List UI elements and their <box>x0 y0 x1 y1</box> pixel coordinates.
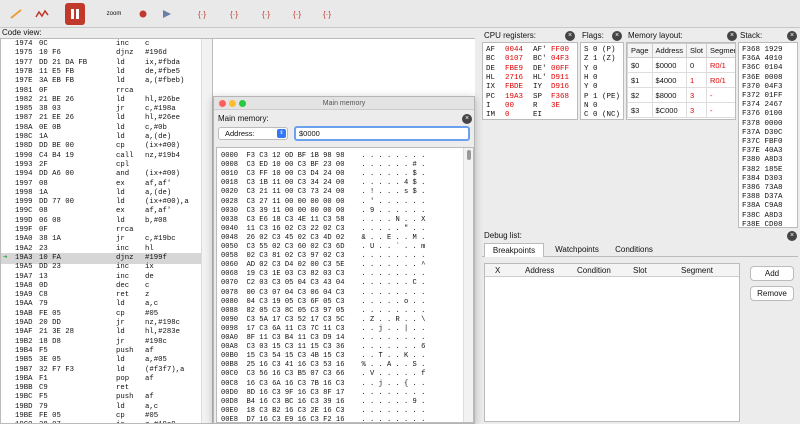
table-header: X Address Condition Slot Segment <box>485 264 739 277</box>
close-icon[interactable]: × <box>787 231 797 241</box>
cell-slot: 1 <box>686 72 707 88</box>
code-bytes: 28 07 <box>39 420 61 423</box>
table-row: $3 $C000 3- <box>627 102 735 118</box>
cell-address: $4000 <box>651 72 688 88</box>
breakpoint-table[interactable]: X Address Condition Slot Segment <box>484 263 740 422</box>
main-memory-window: Main memory Main memory: × Address: ⇕ $0… <box>213 96 475 424</box>
step-over-icon[interactable]: {·} <box>222 3 246 25</box>
zoom-window-icon[interactable] <box>239 100 246 107</box>
code-op: z,#19c9 <box>145 420 176 423</box>
memory-row[interactable]: 00E8 D7 16 C3 E9 16 C3 F2 16 . . . . . .… <box>221 415 425 422</box>
address-input[interactable]: $0000 <box>294 126 470 141</box>
cell-page: $0 <box>627 57 653 73</box>
cpu-registers: AF 0044 AF' FF00 BC 0107 BC' 04F3 DE FBE9 DE' 00FF H… <box>482 42 578 120</box>
flags-panel: S 0 (P) Z 1 (Z) Y 0H 0Y 0P 1 (PE) N 0C 0 (N… <box>580 42 624 120</box>
cell-slot: 0 <box>686 57 707 73</box>
cell-slot: 3 <box>686 102 707 118</box>
minimize-window-icon[interactable] <box>229 100 236 107</box>
table-row: $0 $0000 0 R0/1 <box>627 57 735 73</box>
record-icon[interactable] <box>131 3 155 25</box>
col-slot: Slot <box>633 266 647 275</box>
memory-layout-panel: PageAddressSlotSegment $0$00000R0/1$1$40… <box>626 42 736 120</box>
step-out-icon[interactable]: {·} <box>254 3 278 25</box>
cell-address: $8000 <box>651 87 688 103</box>
flag-row[interactable]: C 0 (NC) <box>584 110 620 119</box>
pause-icon[interactable] <box>65 3 85 25</box>
step-icon[interactable] <box>155 3 179 25</box>
reg-value[interactable]: 0 <box>505 110 510 119</box>
address-mode-select[interactable]: Address: ⇕ <box>218 127 288 140</box>
debug-title: Debug list: <box>484 231 522 240</box>
close-window-icon[interactable] <box>219 100 226 107</box>
code-view-extension <box>213 38 475 98</box>
wave-icon[interactable] <box>30 3 54 25</box>
cell-page: $3 <box>627 102 653 118</box>
reg-name: EI <box>533 111 543 120</box>
col-header: Slot <box>686 43 707 58</box>
cell-page: $1 <box>627 72 653 88</box>
scroll-thumb[interactable] <box>467 150 471 160</box>
tab-breakpoints[interactable]: Breakpoints <box>484 243 544 257</box>
close-icon[interactable]: × <box>787 31 797 41</box>
cell-segment: - <box>705 87 735 103</box>
reg-name: IM <box>486 111 496 120</box>
tab-watchpoints[interactable]: Watchpoints <box>546 243 608 257</box>
col-address: Address <box>525 266 555 275</box>
col-header: Page <box>627 43 653 58</box>
stack-row: F38E CD08 <box>742 220 783 228</box>
memory-dump[interactable]: 0000 F3 C3 12 0D BF 1B 98 98 . . . . . .… <box>216 147 474 423</box>
code-row[interactable]: 19C0 28 07 jr z,#19c9 <box>1 420 212 423</box>
code-mn: jr <box>116 420 125 423</box>
cell-segment: - <box>705 102 735 118</box>
code-scrollbar[interactable] <box>201 39 212 423</box>
debug-panel: Breakpoints Watchpoints Conditions X Add… <box>482 242 798 424</box>
toolbar: zoom {·} {·} {·} {·} {·} <box>0 0 800 28</box>
step-into-icon[interactable]: {·} <box>190 3 214 25</box>
close-icon[interactable]: × <box>727 31 737 41</box>
zoom-button[interactable]: zoom <box>102 3 126 25</box>
cell-slot: 3 <box>686 87 707 103</box>
flags-title: Flags: <box>582 31 604 40</box>
close-icon[interactable]: × <box>462 114 472 124</box>
col-segment: Segment <box>681 266 714 275</box>
remove-button[interactable]: Remove <box>750 286 794 301</box>
add-button[interactable]: Add <box>750 266 794 281</box>
close-icon[interactable]: × <box>565 31 575 41</box>
close-icon[interactable]: × <box>612 31 622 41</box>
col-header: Segment <box>705 43 735 58</box>
code-view[interactable]: 1974 0C inc c 1975 10 F6 djnz #196d 1977 DD 21 DA… <box>0 38 213 424</box>
main-memory-label: Main memory: <box>218 114 269 123</box>
cell-segment: R0/1 <box>705 72 735 88</box>
window-titlebar[interactable]: Main memory <box>214 97 474 110</box>
table-row: $1 $4000 1 R0/1 <box>627 72 735 88</box>
stack-title: Stack: <box>740 31 763 40</box>
memory-scrollbar[interactable] <box>463 148 473 422</box>
tab-conditions[interactable]: Conditions <box>608 243 660 257</box>
col-header: Address <box>651 43 688 58</box>
cell-address: $C000 <box>651 102 688 118</box>
memory-layout-title: Memory layout: <box>628 31 683 40</box>
chevron-down-icon: ⇕ <box>277 129 286 138</box>
cell-segment: R0/1 <box>705 57 735 73</box>
cell-address: $0000 <box>651 57 688 73</box>
table-row: $2 $8000 3- <box>627 87 735 103</box>
col-condition: Condition <box>577 266 611 275</box>
address-mode-value: Address: <box>225 129 255 138</box>
step-back-icon[interactable]: {·} <box>285 3 309 25</box>
run-to-icon[interactable]: {·} <box>315 3 339 25</box>
stack-panel: F368 1929 F36A 4010 F36C 0104 F36E 0008 F370… <box>738 42 798 228</box>
cpu-title: CPU registers: <box>484 31 537 40</box>
code-addr: 19C0 <box>15 420 33 423</box>
window-title: Main memory <box>322 100 366 107</box>
reg-value[interactable]: 3E <box>551 101 560 112</box>
col-x: X <box>495 266 501 275</box>
pencil-icon[interactable] <box>4 3 28 25</box>
cell-page: $2 <box>627 87 653 103</box>
memory-layout-table: PageAddressSlotSegment $0$00000R0/1$1$40… <box>627 43 735 118</box>
